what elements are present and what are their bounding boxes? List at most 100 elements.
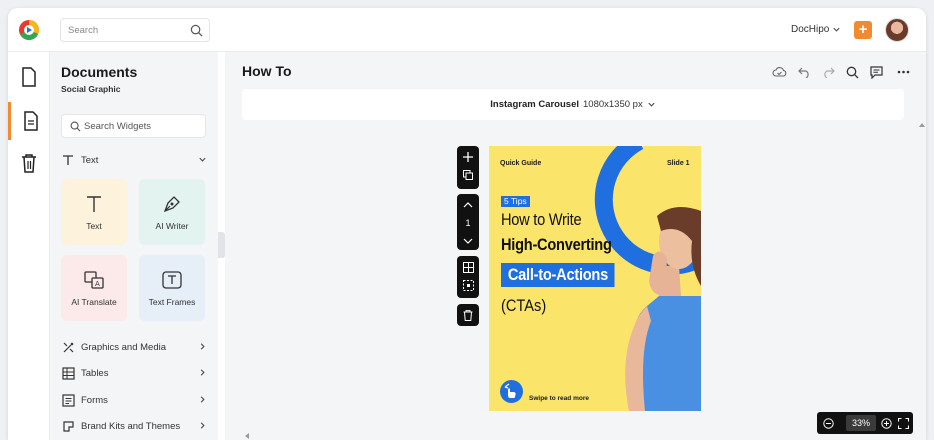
zoom-level[interactable]: 33% (846, 415, 876, 431)
editor-main: How To Instagram Carousel 1080x1350 px 1… (225, 52, 926, 440)
cloud-save-button[interactable] (771, 64, 787, 80)
plus-icon (463, 152, 473, 162)
canvas-label-right: Slide 1 (667, 160, 690, 167)
tile-text[interactable]: Text (61, 179, 127, 245)
delete-page-button[interactable] (457, 304, 479, 326)
panel-title: Documents (61, 64, 138, 80)
section-brand-kits-and-themes[interactable]: Brand Kits and Themes (61, 416, 209, 436)
search-icon (846, 66, 858, 78)
search-icon (70, 121, 81, 132)
form-icon (61, 393, 75, 407)
chevron-right-icon (200, 369, 205, 376)
chevron-up-icon (463, 202, 473, 208)
zoom-control: 33% (817, 412, 913, 434)
more-options-button[interactable] (895, 64, 911, 80)
tile-label: AI Translate (71, 297, 117, 307)
move-page-down-button[interactable] (457, 232, 479, 250)
search-input[interactable] (61, 19, 181, 41)
section-tables[interactable]: Tables (61, 363, 209, 383)
pen-nib-icon (161, 193, 183, 215)
svg-text:A: A (95, 280, 100, 288)
redo-button[interactable] (820, 64, 836, 80)
text-icon (61, 153, 75, 167)
widget-search-input[interactable] (84, 115, 204, 137)
zoom-out-icon (822, 417, 834, 429)
swipe-hand-icon (500, 380, 523, 403)
canvas-headline-1: How to Write (501, 210, 582, 229)
chevron-down-icon (648, 102, 655, 107)
chevron-right-icon (200, 343, 205, 350)
tile-text-frames[interactable]: Text Frames (139, 255, 205, 321)
search-icon[interactable] (190, 24, 203, 37)
canvas-headline-2: High-Converting (501, 235, 612, 254)
create-new-button[interactable]: + (854, 21, 872, 39)
size-preset-name: Instagram Carousel (490, 99, 579, 110)
document-icon (23, 111, 38, 131)
section-graphics-and-media[interactable]: Graphics and Media (61, 337, 209, 357)
section-forms[interactable]: Forms (61, 390, 209, 410)
tile-label: Text Frames (148, 297, 196, 307)
text-tool-icon (83, 193, 105, 215)
grid-layout-button[interactable] (457, 258, 479, 276)
comment-icon (869, 65, 883, 79)
left-rail (8, 52, 50, 440)
rail-item-documents[interactable] (8, 102, 50, 140)
fullscreen-icon (897, 417, 909, 429)
section-label: Brand Kits and Themes (81, 420, 181, 432)
tile-ai-translate[interactable]: A AI Translate (61, 255, 127, 321)
zoom-in-button[interactable] (879, 416, 893, 430)
account-name[interactable]: DocHipo (791, 24, 829, 35)
move-page-up-button[interactable] (457, 196, 479, 214)
chevron-right-icon (200, 422, 205, 429)
canvas-tips-badge: 5 Tips (501, 196, 530, 207)
fullscreen-button[interactable] (896, 416, 910, 430)
more-horizontal-icon (897, 70, 909, 74)
section-text[interactable]: Text (61, 150, 209, 170)
page-navigation: 1 (457, 194, 479, 250)
panel-collapse-handle[interactable] (218, 232, 225, 258)
selection-icon (462, 279, 474, 291)
scroll-up-arrow[interactable] (918, 122, 926, 128)
scroll-left-arrow[interactable] (244, 432, 250, 440)
page-number: 1 (465, 218, 471, 228)
rail-item-pages[interactable] (8, 58, 50, 96)
redo-icon (823, 67, 835, 78)
design-canvas[interactable]: Quick Guide Slide 1 5 Tips How to Write … (489, 146, 701, 411)
zoom-out-button[interactable] (821, 416, 835, 430)
widget-search[interactable] (61, 114, 206, 138)
rail-item-trash[interactable] (8, 144, 50, 182)
chevron-down-icon (463, 238, 473, 244)
canvas-size-selector[interactable]: Instagram Carousel 1080x1350 px (242, 89, 904, 120)
document-title[interactable]: How To (242, 63, 292, 79)
canvas-label-left: Quick Guide (500, 160, 542, 167)
trash-icon (22, 154, 36, 173)
tile-label: AI Writer (155, 221, 189, 231)
grid-icon (462, 261, 474, 273)
translate-icon: A (83, 269, 105, 291)
section-label: Graphics and Media (81, 341, 167, 353)
tile-label: Text (86, 221, 102, 231)
canvas-headline-3: Call-to-Actions (501, 263, 615, 287)
cloud-check-icon (772, 67, 786, 77)
dochipo-logo-icon[interactable] (18, 19, 40, 41)
comments-button[interactable] (868, 64, 884, 80)
page-icon (22, 67, 36, 87)
size-dimensions: 1080x1350 px (583, 99, 643, 110)
table-icon (61, 366, 75, 380)
undo-button[interactable] (796, 64, 812, 80)
section-text-label: Text (81, 154, 99, 166)
top-bar: DocHipo + (8, 8, 926, 52)
duplicate-icon (463, 170, 473, 180)
avatar[interactable] (885, 18, 909, 42)
grid-toolbar (457, 256, 479, 298)
select-area-button[interactable] (457, 276, 479, 294)
tile-ai-writer[interactable]: AI Writer (139, 179, 205, 245)
global-search[interactable] (60, 18, 210, 42)
brand-kit-icon (61, 419, 75, 433)
trash-icon (463, 309, 473, 321)
add-page-button[interactable] (457, 148, 479, 166)
chevron-down-icon[interactable] (832, 25, 841, 34)
find-button[interactable] (844, 64, 860, 80)
panel-subtitle: Social Graphic (61, 84, 121, 94)
duplicate-page-button[interactable] (457, 166, 479, 184)
